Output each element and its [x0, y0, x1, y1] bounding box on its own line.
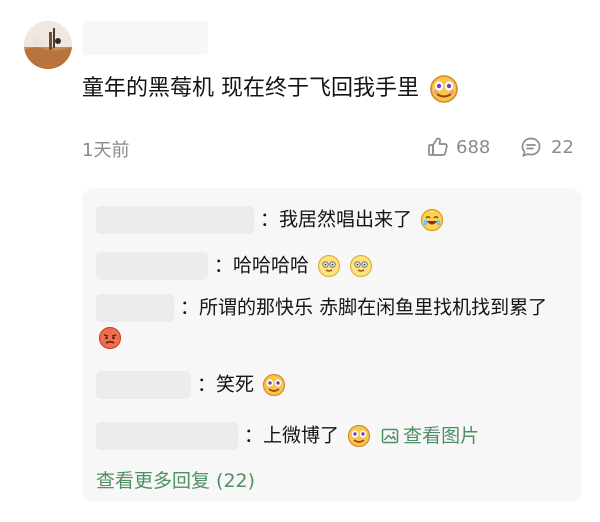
laugh-cry-icon — [420, 208, 444, 232]
reply-author-mask — [96, 251, 208, 280]
angry-face-icon — [98, 326, 122, 350]
reply-item[interactable]: ：笑死 — [96, 369, 566, 400]
view-image-link[interactable]: 查看图片 — [381, 421, 479, 451]
replies-panel: ：我居然唱出来了 ：哈哈哈哈 ：所谓的那快乐 赤脚在闲鱼里找机找到累了 ：笑死 … — [82, 188, 582, 502]
view-image-label: 查看图片 — [403, 424, 480, 447]
comment-content: 童年的黑莓机 现在终于飞回我手里 — [82, 72, 459, 106]
comment-count: 22 — [551, 136, 574, 158]
image-icon — [381, 427, 399, 445]
reply-author-mask — [96, 370, 191, 399]
dizzy-face-icon — [262, 373, 286, 397]
comment-time: 1天前 — [82, 140, 130, 161]
reply-text: ：所谓的那快乐 赤脚在闲鱼里找机找到累了 — [180, 296, 548, 319]
reply-item[interactable]: ：上微博了 查看图片 — [96, 420, 566, 451]
reply-text: ：哈哈哈哈 — [214, 254, 310, 277]
comment-text: 童年的黑莓机 现在终于飞回我手里 — [82, 76, 419, 101]
giggle-face-icon — [317, 254, 341, 278]
reply-button[interactable]: 22 — [519, 132, 574, 162]
like-button[interactable]: 688 — [426, 132, 490, 162]
username-mask — [82, 21, 208, 55]
comment-icon — [519, 135, 543, 159]
thumbs-up-icon — [426, 135, 450, 159]
reply-text: ：上微博了 — [244, 424, 340, 447]
reply-author-mask — [96, 293, 174, 322]
avatar-image — [24, 21, 72, 69]
dizzy-face-icon — [429, 74, 459, 104]
like-count: 688 — [456, 136, 491, 158]
reply-author-mask — [96, 421, 238, 450]
giggle-face-icon — [349, 254, 373, 278]
dizzy-face-icon — [347, 424, 371, 448]
reply-text: ：我居然唱出来了 — [260, 208, 413, 231]
reply-item[interactable]: ：哈哈哈哈 — [96, 250, 566, 281]
user-avatar[interactable] — [24, 21, 72, 69]
more-replies-link[interactable]: 查看更多回复 (22) — [96, 466, 255, 493]
reply-item[interactable]: ：我居然唱出来了 — [96, 204, 566, 235]
reply-text: ：笑死 — [197, 373, 255, 396]
reply-author-mask — [96, 205, 254, 234]
reply-item[interactable]: ：所谓的那快乐 赤脚在闲鱼里找机找到累了 — [96, 292, 566, 353]
comment-meta: 1天前 688 22 — [82, 132, 582, 162]
